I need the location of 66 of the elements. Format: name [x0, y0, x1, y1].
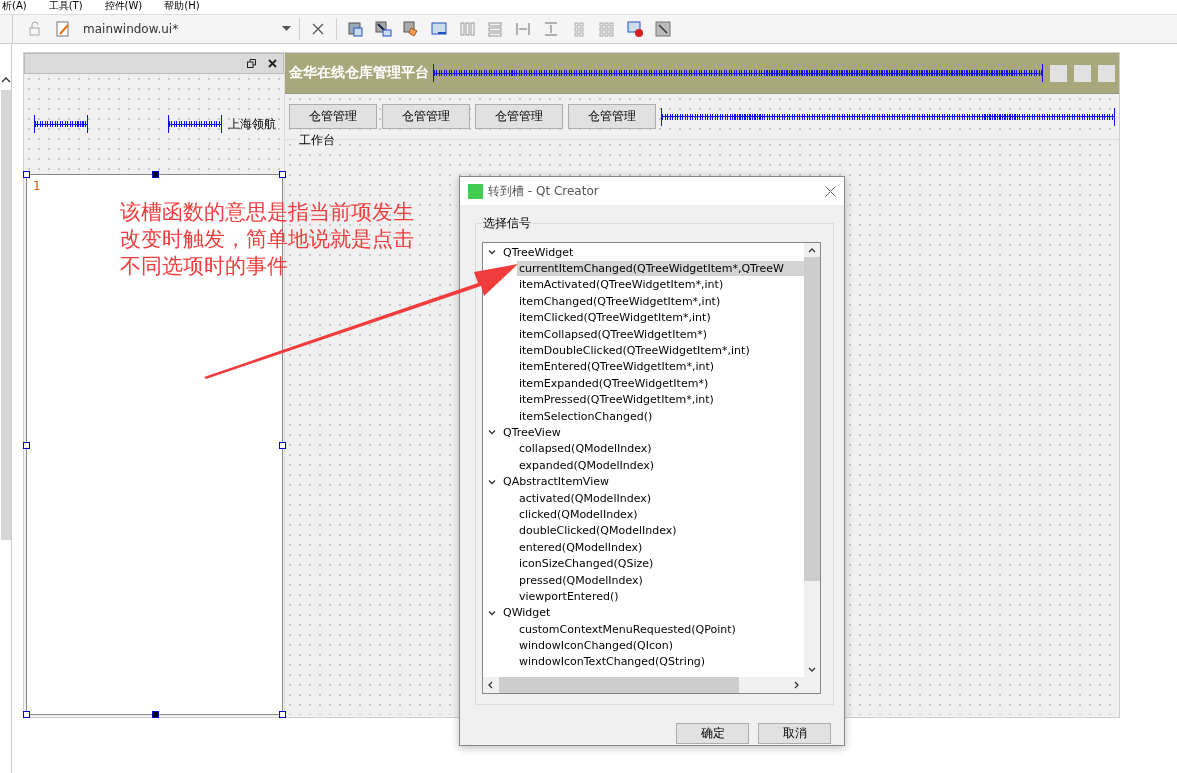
file-dropdown[interactable]: mainwindow.ui* [77, 18, 295, 40]
group-title: 工作台 [297, 132, 337, 149]
break-layout-icon[interactable] [626, 20, 644, 38]
tree-item[interactable]: itemClicked(QTreeWidgetItem*,int) [517, 310, 713, 326]
resize-handle[interactable] [23, 441, 30, 449]
widget-grid-icon[interactable] [346, 20, 364, 38]
menu-item[interactable]: 析(A) [2, 0, 27, 14]
adjust-size-icon[interactable] [654, 20, 672, 38]
menu-button[interactable]: 仓管管理 [568, 104, 656, 129]
dialog-title: 转到槽 - Qt Creator [488, 182, 600, 200]
tree-item[interactable]: customContextMenuRequested(QPoint) [517, 621, 738, 637]
menu-item[interactable]: 控件(W) [104, 0, 143, 14]
tree-item[interactable]: itemExpanded(QTreeWidgetItem*) [517, 375, 711, 391]
tree-group[interactable]: QAbstractItemView [503, 475, 609, 489]
edit-file-icon[interactable] [54, 20, 72, 38]
tree-item[interactable]: itemSelectionChanged() [517, 408, 655, 424]
menu-item[interactable]: 帮助(H) [164, 0, 200, 14]
label-text: 上海领航 [228, 115, 276, 133]
tree-group[interactable]: QWidget [503, 606, 551, 620]
tree-item[interactable]: itemCollapsed(QTreeWidgetItem*) [517, 326, 709, 342]
dropdown-caret-icon[interactable] [282, 26, 291, 32]
close-icon[interactable] [268, 59, 277, 68]
tree-item[interactable]: itemEntered(QTreeWidgetItem*,int) [517, 359, 717, 375]
dialog-button[interactable]: 确定 [676, 723, 749, 744]
tree-item[interactable]: clicked(QModelIndex) [517, 506, 640, 522]
resize-handle[interactable] [23, 711, 30, 718]
header-title: 金华在线仓库管理平台 [289, 64, 429, 82]
resize-handle[interactable] [279, 711, 286, 718]
menu-item[interactable]: 工具(T) [48, 0, 83, 14]
tree-item[interactable]: windowIconChanged(QIcon) [517, 638, 676, 654]
resize-handle[interactable] [279, 441, 286, 449]
tree-item[interactable]: doubleClicked(QModelIndex) [517, 523, 679, 539]
tree-item[interactable]: itemDoubleClicked(QTreeWidgetItem*,int) [517, 343, 752, 359]
arrow-widget-icon[interactable] [374, 20, 392, 38]
menu-button[interactable]: 仓管管理 [382, 104, 470, 129]
horizontal-scrollbar[interactable] [483, 677, 804, 693]
app-logo-icon [468, 183, 483, 199]
menu-button[interactable]: 仓管管理 [475, 104, 563, 129]
group-title: 选择信号 [482, 215, 532, 232]
tree-item[interactable]: expanded(QModelIndex) [517, 457, 657, 473]
tree-item[interactable]: itemChanged(QTreeWidgetItem*,int) [517, 293, 723, 309]
tree-item[interactable]: activated(QModelIndex) [517, 490, 654, 506]
tree-item[interactable]: pressed(QModelIndex) [517, 572, 645, 588]
tree-item[interactable]: windowIconTextChanged(QString) [517, 654, 708, 670]
scroll-up-icon[interactable] [0, 76, 11, 84]
tree-item[interactable]: entered(QModelIndex) [517, 539, 645, 555]
tab-order-icon[interactable] [430, 20, 448, 38]
dialog-button[interactable]: 取消 [758, 723, 831, 744]
tree-item[interactable]: itemActivated(QTreeWidgetItem*,int) [517, 277, 726, 293]
close-icon[interactable] [825, 185, 836, 197]
resize-handle[interactable] [23, 171, 30, 178]
resize-handle[interactable] [151, 171, 159, 178]
tree-item[interactable]: itemPressed(QTreeWidgetItem*,int) [517, 392, 716, 408]
resize-handle[interactable] [151, 711, 159, 718]
tree-group[interactable]: QTreeWidget [503, 245, 574, 259]
float-icon[interactable] [247, 59, 256, 68]
tree-item[interactable]: currentItemChanged(QTreeWidgetItem*,QTreeW [517, 261, 804, 277]
tree-group[interactable]: QTreeView [503, 426, 561, 439]
tree-item[interactable]: viewportEntered() [517, 588, 621, 604]
tree-item[interactable]: collapsed(QModelIndex) [517, 441, 654, 457]
tag-icon[interactable] [402, 20, 420, 38]
vertical-scrollbar[interactable] [804, 243, 820, 677]
tree-item[interactable]: iconSizeChanged(QSize) [517, 556, 656, 572]
list-item[interactable]: 1 [33, 179, 276, 193]
resize-handle[interactable] [279, 171, 286, 178]
menu-button[interactable]: 仓管管理 [289, 104, 377, 129]
